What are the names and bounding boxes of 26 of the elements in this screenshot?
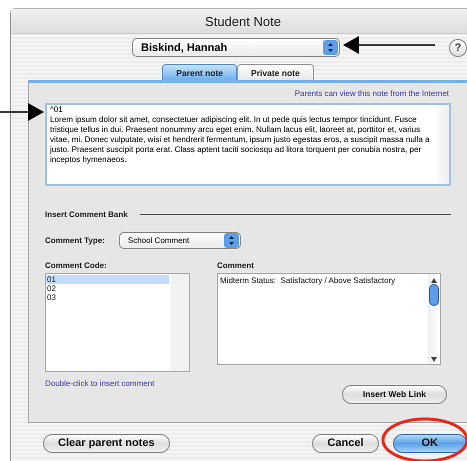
arrow-annotation bbox=[0, 103, 44, 121]
tab[interactable]: Private note bbox=[237, 64, 314, 80]
note-field[interactable]: ^01 Lorem ipsum dolor sit amet, consectetuer adipiscing elit. In ut pede quis lectus tempor tincidunt. Fusce tristique tellus in dui. Praesent nonummy arcu eget enim. Nullam lacus elit, laoreet at, porttitor et, varius vitae, mi. Donec vulputate, wisi et hendrerit fermentum, ipsum justo egestas eros, a suscipit massa nulla a justo. Praesent suscipit porta erat. Class aptent taciti sociosqu ad litora torquent per conubia nostra, per inceptos hymenaeos. bbox=[45, 103, 451, 186]
comment-field[interactable]: Midterm Status: Satisfactory / Above Satisfactory bbox=[217, 273, 441, 365]
help-button[interactable]: ? bbox=[449, 39, 467, 57]
tab[interactable]: Parent note bbox=[162, 64, 238, 80]
list-item[interactable]: 01 bbox=[46, 275, 169, 284]
internet-notice: Parents can view this note from the Internet bbox=[294, 89, 449, 98]
hint-text: Double-click to insert comment bbox=[45, 379, 156, 388]
field-label: Comment bbox=[217, 261, 255, 270]
window-title: Student Note bbox=[11, 9, 467, 34]
scroll-down-icon[interactable] bbox=[431, 357, 437, 362]
comment-type-popup[interactable]: School Comment bbox=[118, 232, 241, 249]
section-heading: Insert Comment Bank bbox=[45, 210, 128, 219]
stepper-icon bbox=[224, 233, 239, 248]
footer-button[interactable]: Clear parent notes bbox=[43, 434, 170, 452]
footer-button[interactable]: Cancel bbox=[312, 434, 378, 452]
stepper-icon bbox=[323, 40, 338, 55]
list-item[interactable]: 02 bbox=[46, 284, 169, 293]
student-popup[interactable]: Biskind, Hannah bbox=[132, 38, 340, 57]
scroll-thumb-icon[interactable] bbox=[429, 284, 439, 306]
ok-button[interactable]: OK bbox=[392, 434, 467, 452]
web-link-button[interactable]: Insert Web Link bbox=[342, 384, 447, 404]
field-label: Comment Type: bbox=[45, 236, 105, 245]
field-label: Comment Code: bbox=[45, 261, 108, 270]
list-item[interactable]: 03 bbox=[46, 293, 169, 302]
